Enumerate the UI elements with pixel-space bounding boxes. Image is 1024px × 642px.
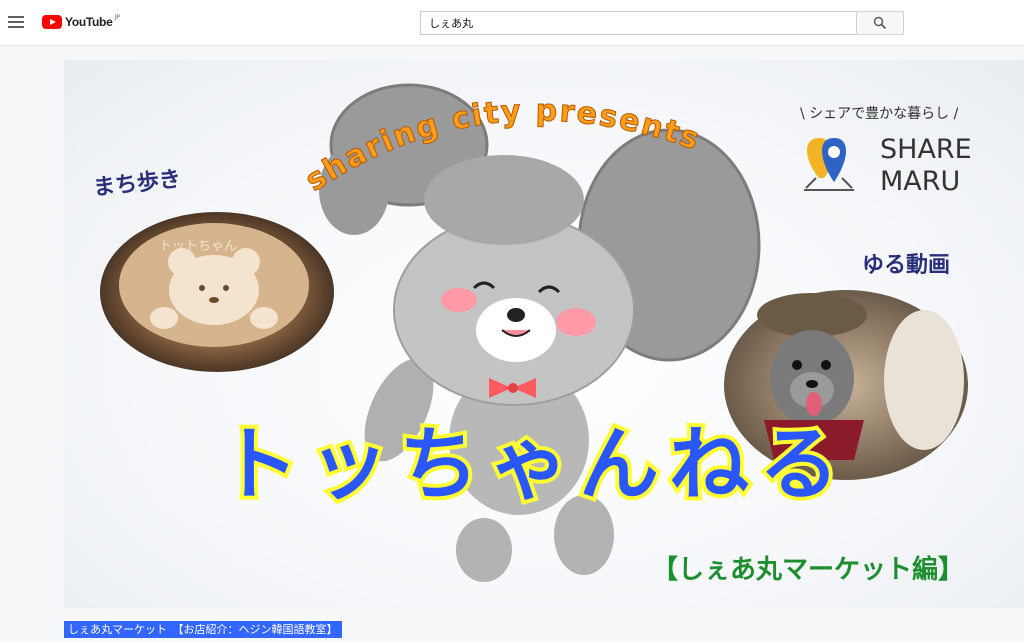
market-subtitle: 【しぇあ丸マーケット編】: [652, 554, 964, 585]
share-maru-brand: \ シェアで豊かな暮らし / SHARE MARU: [800, 106, 972, 197]
brand-line-1: SHARE: [880, 134, 972, 165]
video-caption[interactable]: しぇあ丸マーケット 【お店紹介：ヘジン韓国語教室】: [64, 621, 342, 638]
latte-art-photo: トットちゃん: [100, 212, 334, 372]
menu-icon[interactable]: [8, 14, 24, 30]
brand-tagline: \ シェアで豊かな暮らし /: [800, 106, 959, 122]
thumbnail-art: sharing city presents \ シェアで豊かな暮らし / SHA…: [92, 83, 972, 585]
search-icon: [873, 16, 887, 30]
machi-aruki-label: まち歩き: [92, 167, 182, 201]
video-thumbnail[interactable]: sharing city presents \ シェアで豊かな暮らし / SHA…: [64, 60, 1024, 608]
logo-region: JP: [114, 14, 120, 21]
youtube-logo[interactable]: YouTube JP: [42, 12, 120, 32]
search-bar: [420, 11, 904, 35]
brand-line-2: MARU: [880, 166, 960, 197]
masthead: YouTube JP: [0, 0, 1024, 46]
yuru-douga-label: ゆる動画: [862, 253, 950, 278]
search-input[interactable]: [420, 11, 856, 35]
play-icon: [42, 15, 62, 29]
search-button[interactable]: [856, 11, 904, 35]
channel-title: トッちゃんねる: [219, 418, 849, 511]
latte-text: トットちゃん: [159, 239, 237, 254]
logo-text: YouTube: [65, 15, 113, 29]
map-pin-icon: [804, 138, 854, 191]
